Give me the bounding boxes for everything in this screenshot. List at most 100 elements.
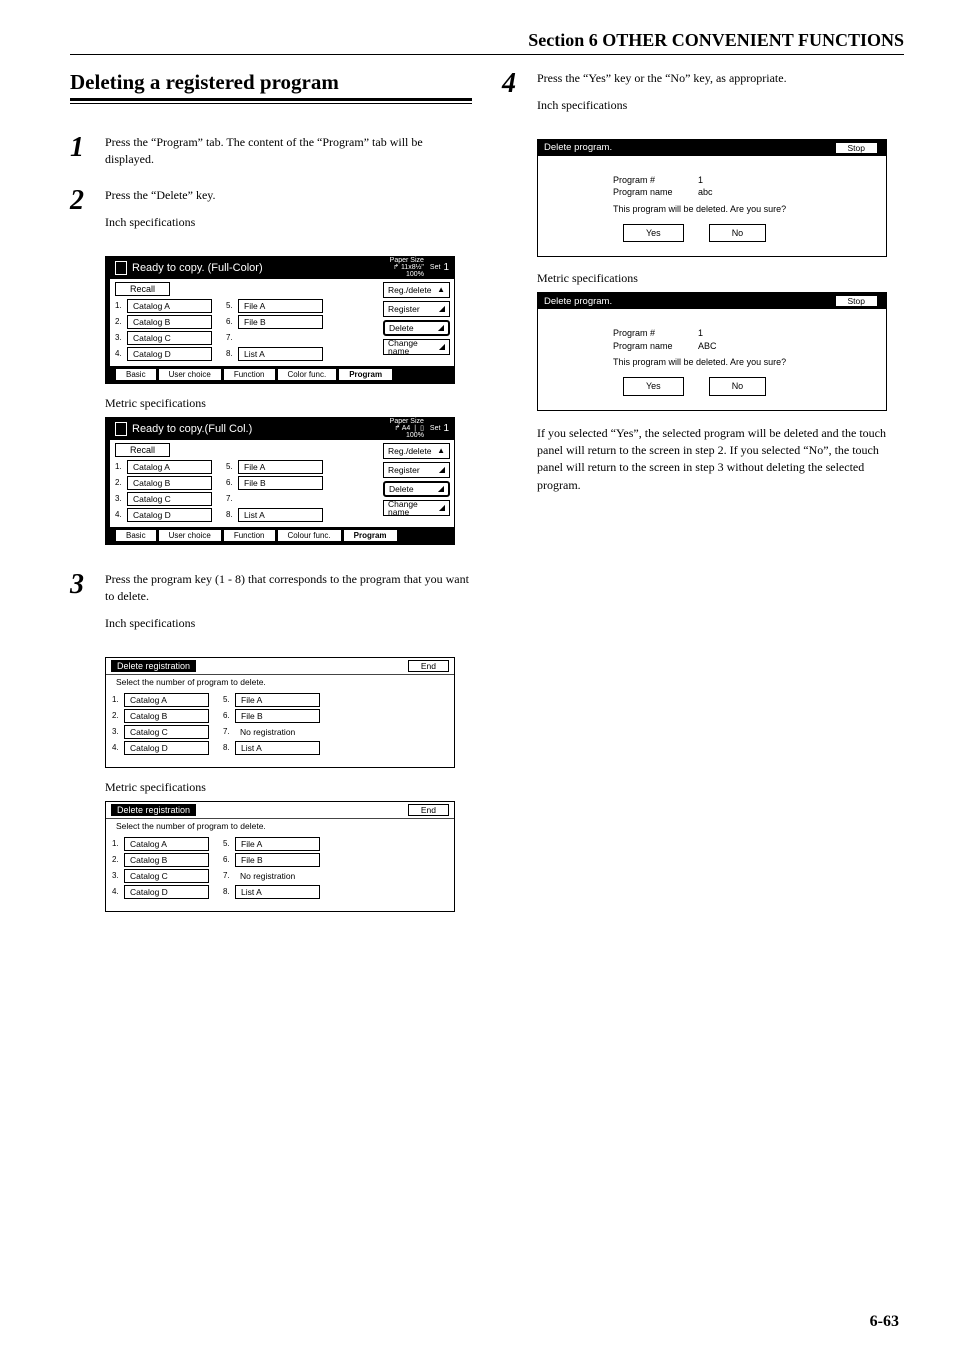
program-slot[interactable]: File A	[235, 693, 320, 707]
change-name-button[interactable]: Change name◢	[383, 500, 450, 516]
program-slot[interactable]: List A	[238, 347, 323, 361]
change-name-button[interactable]: Change name◢	[383, 339, 450, 355]
program-slot[interactable]: Catalog A	[127, 299, 212, 313]
slot-idx: 2.	[112, 711, 124, 720]
program-slot[interactable]: Catalog D	[124, 885, 209, 899]
register-button[interactable]: Register◢	[383, 301, 450, 317]
progname-key: Program name	[613, 340, 698, 353]
program-slot[interactable]: List A	[238, 508, 323, 522]
slot-idx: 4.	[115, 510, 127, 519]
metric-label: Metric specifications	[537, 271, 904, 286]
program-slot[interactable]: File A	[235, 837, 320, 851]
arrow-down-icon: ◢	[439, 343, 445, 351]
reg-delete-button[interactable]: Reg./delete▲	[383, 443, 450, 459]
slot-idx: 8.	[223, 887, 235, 896]
program-slot[interactable]: Catalog D	[124, 741, 209, 755]
step-text-2: Press the “Delete” key.	[105, 187, 472, 204]
tab-user-choice[interactable]: User choice	[158, 529, 222, 542]
yes-button[interactable]: Yes	[623, 377, 684, 396]
program-slot[interactable]: Catalog C	[124, 725, 209, 739]
delete-reg-panel-inch: Delete registration End Select the numbe…	[105, 657, 455, 768]
rule-thin	[70, 103, 472, 104]
slot-idx: 3.	[115, 333, 127, 342]
program-slot[interactable]: Catalog D	[127, 347, 212, 361]
program-slot[interactable]: Catalog A	[127, 460, 212, 474]
program-slot[interactable]: File A	[238, 299, 323, 313]
program-slot[interactable]: Catalog B	[127, 476, 212, 490]
slot-idx: 5.	[223, 839, 235, 848]
slot-idx: 2.	[115, 478, 127, 487]
prognum-val: 1	[698, 327, 703, 340]
metric-label: Metric specifications	[105, 396, 472, 411]
program-slot[interactable]: File B	[238, 315, 323, 329]
metric-label: Metric specifications	[105, 780, 472, 795]
tab-program[interactable]: Program	[338, 368, 393, 381]
program-slot[interactable]: Catalog B	[124, 853, 209, 867]
program-slot[interactable]: File B	[235, 853, 320, 867]
program-slot[interactable]: Catalog A	[124, 693, 209, 707]
arrow-down-icon: ◢	[439, 504, 445, 512]
program-slot[interactable]: Catalog B	[124, 709, 209, 723]
recall-tab[interactable]: Recall	[115, 443, 170, 457]
program-slot[interactable]: List A	[235, 885, 320, 899]
tab-user-choice[interactable]: User choice	[158, 368, 222, 381]
register-button[interactable]: Register◢	[383, 462, 450, 478]
program-slot[interactable]: Catalog D	[127, 508, 212, 522]
program-slot[interactable]: File B	[235, 709, 320, 723]
recall-tab[interactable]: Recall	[115, 282, 170, 296]
yes-button[interactable]: Yes	[623, 224, 684, 243]
step-text-4: Press the “Yes” key or the “No” key, as …	[537, 70, 904, 87]
slot-idx: 6.	[223, 711, 235, 720]
step-number-4: 4	[502, 70, 537, 98]
stop-button[interactable]: Stop	[835, 142, 881, 154]
dialog-title: Delete program.	[544, 296, 612, 307]
arrow-down-icon: ◢	[438, 484, 444, 493]
progname-val: abc	[698, 186, 713, 199]
rule-thick	[70, 98, 472, 101]
stop-button[interactable]: Stop	[835, 295, 881, 307]
step-number-2: 2	[70, 187, 105, 215]
tab-function[interactable]: Function	[223, 529, 276, 542]
slot-idx: 5.	[226, 462, 238, 471]
program-slot[interactable]: Catalog A	[124, 837, 209, 851]
end-button[interactable]: End	[408, 660, 449, 672]
delete-button[interactable]: Delete◢	[383, 481, 450, 497]
ready-title: Ready to copy. (Full-Color)	[132, 262, 390, 274]
tab-basic[interactable]: Basic	[115, 368, 157, 381]
no-button[interactable]: No	[709, 377, 767, 396]
progname-key: Program name	[613, 186, 698, 199]
prognum-val: 1	[698, 174, 703, 187]
slot-idx: 2.	[112, 855, 124, 864]
delete-button[interactable]: Delete◢	[383, 320, 450, 336]
arrow-down-icon: ◢	[439, 465, 445, 474]
tab-basic[interactable]: Basic	[115, 529, 157, 542]
reg-delete-button[interactable]: Reg./delete▲	[383, 282, 450, 298]
slot-idx: 3.	[112, 727, 124, 736]
step-number-1: 1	[70, 134, 105, 162]
program-slot[interactable]: File A	[238, 460, 323, 474]
slot-idx: 8.	[223, 743, 235, 752]
section-header: Section 6 OTHER CONVENIENT FUNCTIONS	[70, 30, 904, 51]
program-slot[interactable]: Catalog C	[127, 492, 212, 506]
confirm-dialog-inch: Delete program. Stop Program #1 Program …	[537, 139, 887, 257]
program-slot[interactable]: Catalog C	[124, 869, 209, 883]
slot-idx: 7.	[226, 333, 238, 342]
slot-idx: 5.	[226, 301, 238, 310]
panel-title: Delete registration	[111, 660, 196, 672]
slot-idx: 4.	[112, 887, 124, 896]
dialog-title: Delete program.	[544, 142, 612, 153]
page-title: Deleting a registered program	[70, 70, 472, 95]
program-slot[interactable]: List A	[235, 741, 320, 755]
tab-color-func[interactable]: Color func.	[277, 368, 338, 381]
arrow-down-icon: ◢	[438, 323, 444, 332]
end-button[interactable]: End	[408, 804, 449, 816]
no-button[interactable]: No	[709, 224, 767, 243]
tab-colour-func[interactable]: Colour func.	[277, 529, 342, 542]
tab-program[interactable]: Program	[343, 529, 398, 542]
program-slot[interactable]: File B	[238, 476, 323, 490]
program-slot[interactable]: Catalog B	[127, 315, 212, 329]
program-slot[interactable]: Catalog C	[127, 331, 212, 345]
tab-function[interactable]: Function	[223, 368, 276, 381]
slot-idx: 7.	[223, 727, 235, 736]
arrow-down-icon: ◢	[439, 304, 445, 313]
